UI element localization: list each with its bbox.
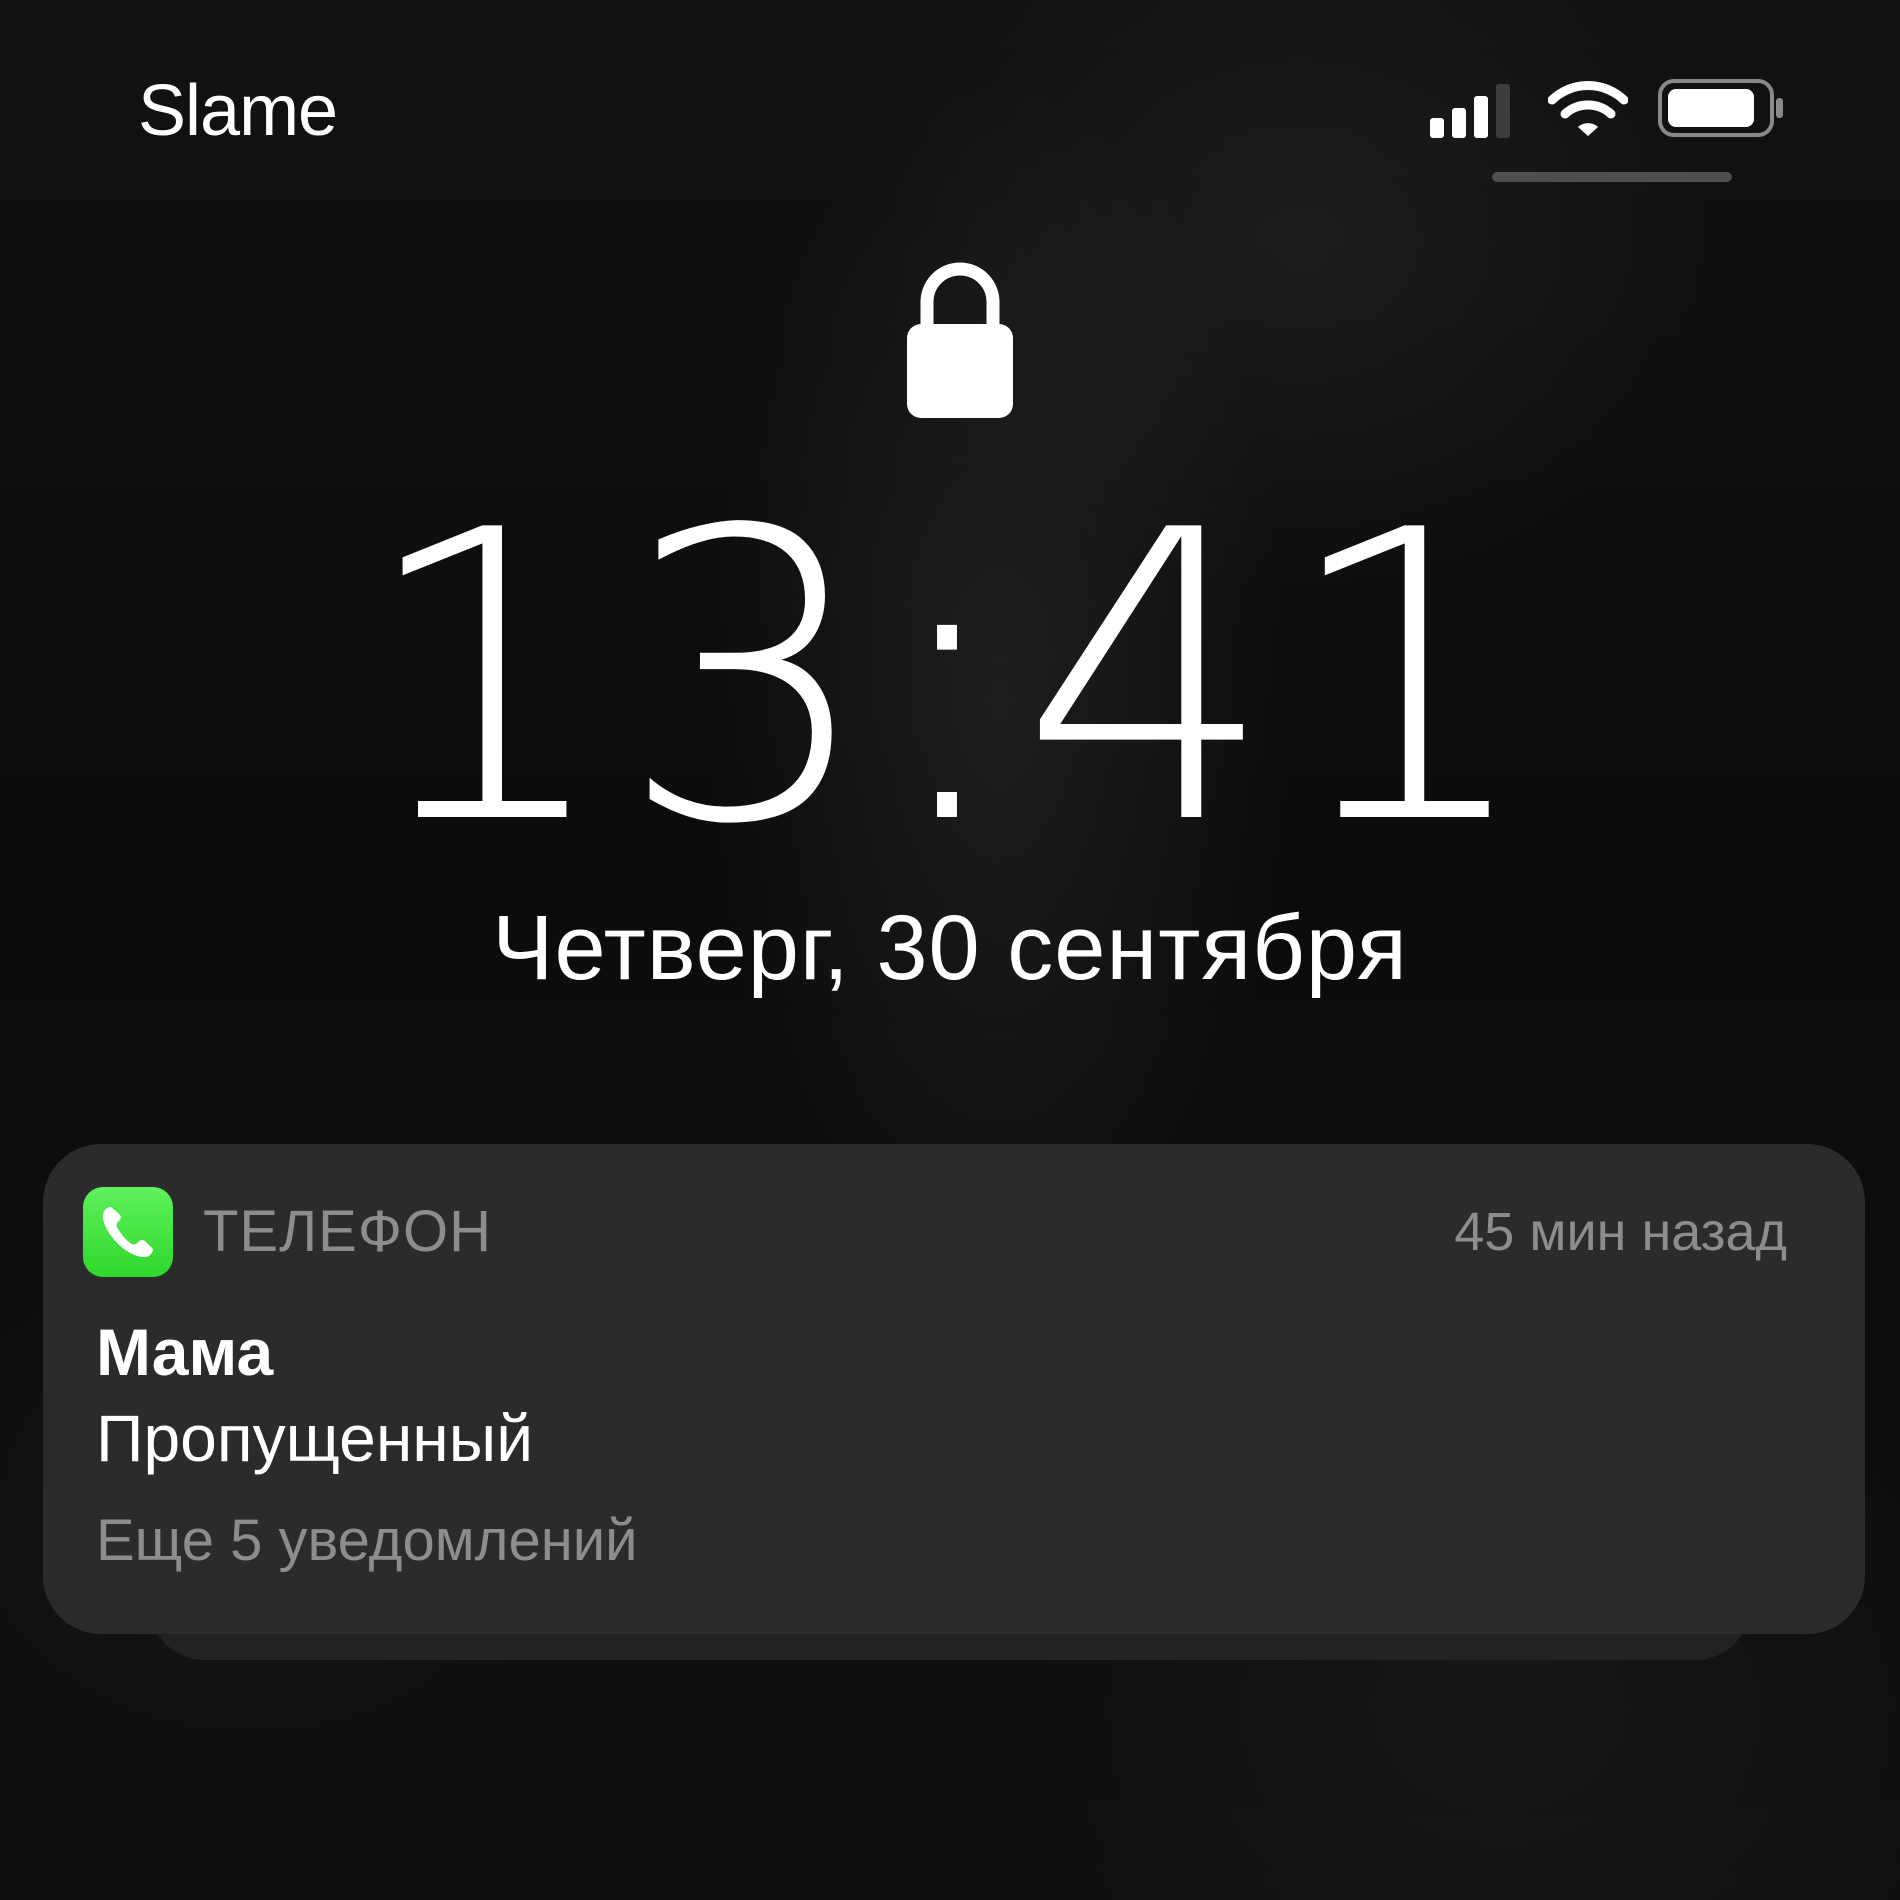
lockscreen-date: Четверг, 30 сентября [492,897,1408,999]
more-notifications-label[interactable]: Еще 5 уведомлений [96,1506,638,1576]
lockscreen-time: 13:41 [358,447,1542,912]
signal-bar-2 [1452,108,1466,138]
carrier-name: Slame [138,71,338,151]
phone-app-icon [83,1187,173,1277]
signal-bar-4 [1496,84,1510,138]
missed-call-notification[interactable]: ТЕЛЕФОН 45 мин назад Мама Пропущенный Ещ… [43,1144,1865,1634]
notification-timestamp: 45 мин назад [1454,1202,1787,1262]
phone-icon [102,1207,153,1258]
notification-app-name: ТЕЛЕФОН [203,1199,492,1264]
lock-icon [907,262,1013,418]
battery-icon [1658,79,1783,137]
notification-title: Мама [96,1315,274,1389]
status-icons [1430,78,1790,148]
signal-bar-3 [1474,96,1488,138]
wifi-icon [1548,81,1628,136]
control-center-indicator[interactable] [1492,172,1732,182]
battery-fill [1668,89,1754,127]
notification-body: Пропущенный [96,1401,534,1475]
signal-bar-1 [1430,118,1444,138]
signal-icon [1430,84,1510,138]
